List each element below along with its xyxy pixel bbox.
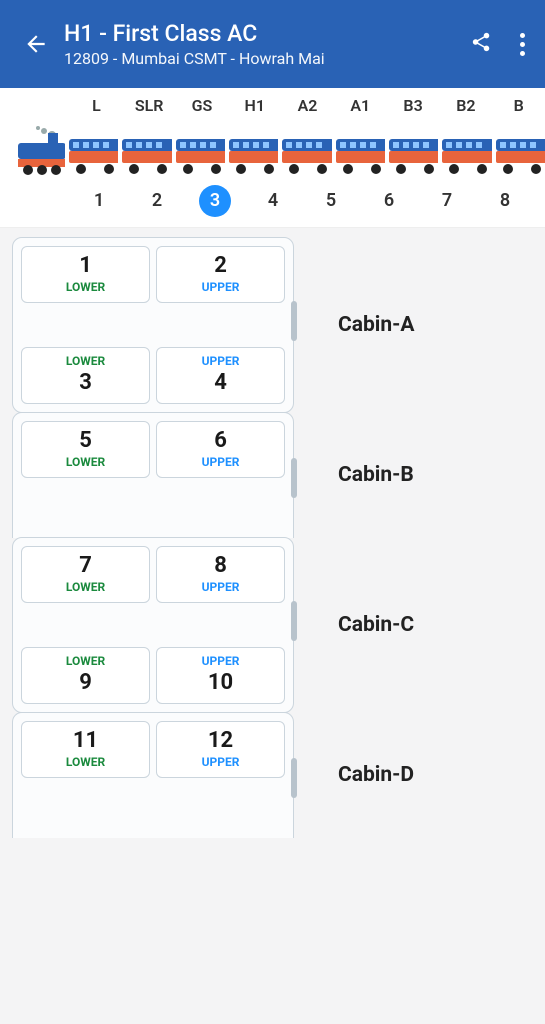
page-number[interactable]: 2: [128, 185, 186, 217]
seat-number: 12: [161, 728, 280, 753]
seat-type: LOWER: [26, 280, 145, 294]
seat[interactable]: 2 UPPER: [156, 246, 285, 303]
seat-number: 4: [161, 370, 280, 395]
seat-type: UPPER: [161, 580, 280, 594]
coach-navigator: LSLRGSH1A2A1B3B2B 12345678: [0, 88, 545, 228]
seat-type: UPPER: [161, 280, 280, 294]
seat-number: 5: [26, 428, 145, 453]
coach-label[interactable]: B: [492, 96, 545, 115]
seat-type: UPPER: [161, 654, 280, 668]
dot-icon: [520, 33, 525, 38]
cabin-name: Cabin-A: [338, 313, 415, 337]
app-header: H1 - First Class AC 12809 - Mumbai CSMT …: [0, 0, 545, 88]
seat[interactable]: 6 UPPER: [156, 421, 285, 478]
page-number[interactable]: 7: [418, 185, 476, 217]
seat[interactable]: 11 LOWER: [21, 721, 150, 778]
arrow-left-icon: [23, 31, 49, 57]
share-button[interactable]: [470, 31, 492, 57]
share-icon: [470, 31, 492, 53]
seat-type: UPPER: [161, 455, 280, 469]
seat-type: LOWER: [26, 755, 145, 769]
cabin-row: 5 LOWER 6 UPPER Cabin-B: [12, 412, 533, 538]
cabin-row: 7 LOWER 8 UPPER 9 LOWER 10 UPPER Cabin-C: [12, 537, 533, 713]
page-number[interactable]: 5: [302, 185, 360, 217]
coach-label[interactable]: SLR: [123, 96, 176, 115]
seat[interactable]: 8 UPPER: [156, 546, 285, 603]
seat-number: 2: [161, 253, 280, 278]
seat-type: UPPER: [161, 755, 280, 769]
cabin-seats: 11 LOWER 12 UPPER: [12, 712, 294, 838]
seat-type: LOWER: [26, 354, 145, 368]
seat-number: 7: [26, 553, 145, 578]
page-number[interactable]: 3: [199, 185, 231, 217]
coach-car-icon[interactable]: [67, 137, 118, 175]
seat[interactable]: 5 LOWER: [21, 421, 150, 478]
coach-car-icon[interactable]: [440, 137, 491, 175]
dot-icon: [520, 51, 525, 56]
cabin-seats: 7 LOWER 8 UPPER 9 LOWER 10 UPPER: [12, 537, 294, 713]
seat-number: 1: [26, 253, 145, 278]
coach-car-icon[interactable]: [174, 137, 225, 175]
cabin-name: Cabin-C: [338, 613, 414, 637]
coach-car-icon[interactable]: [334, 137, 385, 175]
engine-icon: [12, 125, 65, 175]
coach-car-icon[interactable]: [120, 137, 171, 175]
page-numbers: 12345678: [0, 179, 545, 227]
page-number[interactable]: 1: [70, 185, 128, 217]
coach-label[interactable]: L: [70, 96, 123, 115]
page-subtitle: 12809 - Mumbai CSMT - Howrah Mai: [64, 49, 458, 68]
page-number[interactable]: 6: [360, 185, 418, 217]
coach-label[interactable]: B3: [387, 96, 440, 115]
dot-icon: [520, 42, 525, 47]
cabin-seats: 5 LOWER 6 UPPER: [12, 412, 294, 538]
header-actions: [470, 29, 529, 60]
seat-layout: 1 LOWER 2 UPPER 3 LOWER 4 UPPER Cabin-A 5 LOWER 6 UP…: [0, 228, 545, 1016]
seat[interactable]: 4 UPPER: [156, 347, 285, 404]
seat-number: 10: [161, 670, 280, 695]
seat-number: 3: [26, 370, 145, 395]
seat-number: 11: [26, 728, 145, 753]
coach-car-icon[interactable]: [387, 137, 438, 175]
seat[interactable]: 10 UPPER: [156, 647, 285, 704]
back-button[interactable]: [16, 31, 56, 57]
seat[interactable]: 7 LOWER: [21, 546, 150, 603]
more-options-button[interactable]: [516, 29, 529, 60]
cabin-seats: 1 LOWER 2 UPPER 3 LOWER 4 UPPER: [12, 237, 294, 413]
coach-label[interactable]: B2: [439, 96, 492, 115]
cabin-row: 1 LOWER 2 UPPER 3 LOWER 4 UPPER Cabin-A: [12, 237, 533, 413]
coach-car-icon[interactable]: [280, 137, 331, 175]
cabin-name: Cabin-D: [338, 763, 414, 787]
seat[interactable]: 9 LOWER: [21, 647, 150, 704]
seat-type: LOWER: [26, 455, 145, 469]
seat-number: 6: [161, 428, 280, 453]
seat-type: UPPER: [161, 354, 280, 368]
seat[interactable]: 1 LOWER: [21, 246, 150, 303]
coach-label[interactable]: GS: [176, 96, 229, 115]
coach-label[interactable]: A1: [334, 96, 387, 115]
page-title: H1 - First Class AC: [64, 20, 458, 47]
cabin-row: 11 LOWER 12 UPPER Cabin-D: [12, 712, 533, 838]
coach-labels: LSLRGSH1A2A1B3B2B: [0, 96, 545, 115]
coach-car-icon[interactable]: [494, 137, 545, 175]
seat[interactable]: 12 UPPER: [156, 721, 285, 778]
seat-type: LOWER: [26, 580, 145, 594]
header-titles: H1 - First Class AC 12809 - Mumbai CSMT …: [64, 20, 458, 68]
page-number[interactable]: 8: [476, 185, 534, 217]
coach-label[interactable]: H1: [228, 96, 281, 115]
seat-type: LOWER: [26, 654, 145, 668]
page-number[interactable]: 4: [244, 185, 302, 217]
coach-label[interactable]: A2: [281, 96, 334, 115]
seat-number: 9: [26, 670, 145, 695]
seat[interactable]: 3 LOWER: [21, 347, 150, 404]
train-illustration: [0, 115, 545, 179]
seat-number: 8: [161, 553, 280, 578]
cabin-name: Cabin-B: [338, 463, 414, 487]
coach-car-icon[interactable]: [227, 137, 278, 175]
